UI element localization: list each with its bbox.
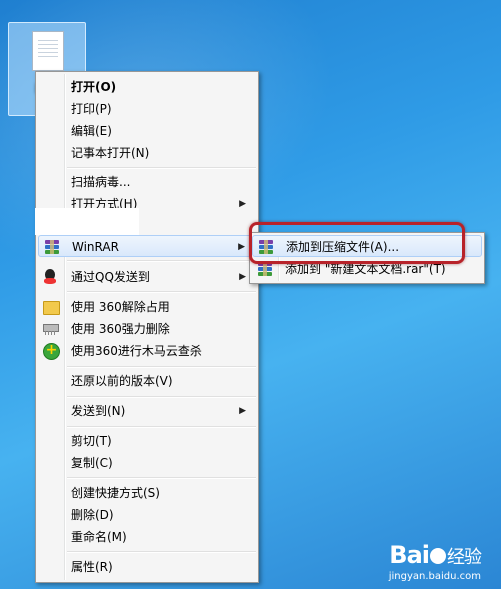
menu-separator (67, 426, 256, 428)
menu-item-rename[interactable]: 重命名(M) (38, 526, 256, 548)
menu-item-edit[interactable]: 编辑(E) (38, 120, 256, 142)
menu-item-label: 使用 360解除占用 (71, 300, 170, 314)
watermark-url: jingyan.baidu.com (388, 571, 481, 582)
redacted-area (35, 208, 139, 235)
submenu-arrow-icon: ▶ (239, 272, 246, 282)
menu-item-properties[interactable]: 属性(R) (38, 556, 256, 578)
menu-item-label: 删除(D) (71, 508, 114, 522)
submenu-item-label: 添加到 "新建文本文档.rar"(T) (285, 262, 446, 276)
menu-item-label: 还原以前的版本(V) (71, 374, 173, 388)
menu-item-label: 复制(C) (71, 456, 113, 470)
menu-separator (67, 396, 256, 398)
menu-item-label: 重命名(M) (71, 530, 127, 544)
360-security-icon (43, 342, 60, 360)
menu-item-label: 属性(R) (71, 560, 113, 574)
menu-item-label: 创建快捷方式(S) (71, 486, 160, 500)
menu-separator (67, 260, 256, 262)
menu-separator (67, 477, 256, 479)
submenu-arrow-icon: ▶ (238, 242, 245, 252)
menu-item-restore-previous-versions[interactable]: 还原以前的版本(V) (38, 370, 256, 392)
winrar-icon (44, 239, 60, 255)
submenu-arrow-icon: ▶ (239, 406, 246, 416)
submenu-arrow-icon: ▶ (239, 199, 246, 209)
menu-item-label: 编辑(E) (71, 124, 112, 138)
menu-item-create-shortcut[interactable]: 创建快捷方式(S) (38, 482, 256, 504)
menu-separator (67, 167, 256, 169)
menu-item-winrar[interactable]: WinRAR ▶ (38, 235, 256, 257)
menu-item-print[interactable]: 打印(P) (38, 98, 256, 120)
menu-item-label: 打开(O) (71, 80, 117, 94)
watermark-brand: Bai 经验 (389, 541, 482, 569)
menu-item-copy[interactable]: 复制(C) (38, 452, 256, 474)
menu-item-send-to[interactable]: 发送到(N) ▶ (38, 400, 256, 422)
menu-item-open[interactable]: 打开(O) (38, 76, 256, 98)
menu-item-send-via-qq[interactable]: 通过QQ发送到 ▶ (38, 266, 256, 288)
menu-item-label: 扫描病毒... (71, 175, 131, 189)
menu-item-360-unlock[interactable]: 使用 360解除占用 (38, 296, 256, 318)
menu-item-360-force-delete[interactable]: 使用 360强力删除 (38, 318, 256, 340)
folder-unlock-icon (43, 299, 60, 315)
menu-item-label: 打印(P) (71, 102, 112, 116)
shredder-icon (43, 321, 59, 337)
annotation-highlight-ring (249, 222, 465, 264)
menu-item-scan-virus[interactable]: 扫描病毒... (38, 171, 256, 193)
menu-item-label: WinRAR (72, 240, 119, 254)
menu-item-label: 使用 360强力删除 (71, 322, 170, 336)
menu-separator (67, 366, 256, 368)
menu-separator (67, 291, 256, 293)
menu-item-label: 剪切(T) (71, 434, 112, 448)
menu-item-360-trojan-scan[interactable]: 使用360进行木马云查杀 (38, 340, 256, 362)
baidu-paw-icon (430, 548, 446, 564)
menu-item-label: 发送到(N) (71, 404, 126, 418)
baidu-jingyan-watermark: Bai 经验 jingyan.baidu.com (388, 541, 482, 583)
menu-item-cut[interactable]: 剪切(T) (38, 430, 256, 452)
menu-separator (67, 551, 256, 553)
menu-item-label: 通过QQ发送到 (71, 270, 150, 284)
menu-item-label: 记事本打开(N) (71, 146, 150, 160)
qq-penguin-icon (43, 269, 59, 285)
context-menu: 打开(O) 打印(P) 编辑(E) 记事本打开(N) 扫描病毒... 打开方式(… (35, 71, 259, 583)
menu-item-label: 使用360进行木马云查杀 (71, 344, 202, 358)
text-document-icon (32, 31, 64, 71)
menu-item-open-with-notepad[interactable]: 记事本打开(N) (38, 142, 256, 164)
menu-item-delete[interactable]: 删除(D) (38, 504, 256, 526)
